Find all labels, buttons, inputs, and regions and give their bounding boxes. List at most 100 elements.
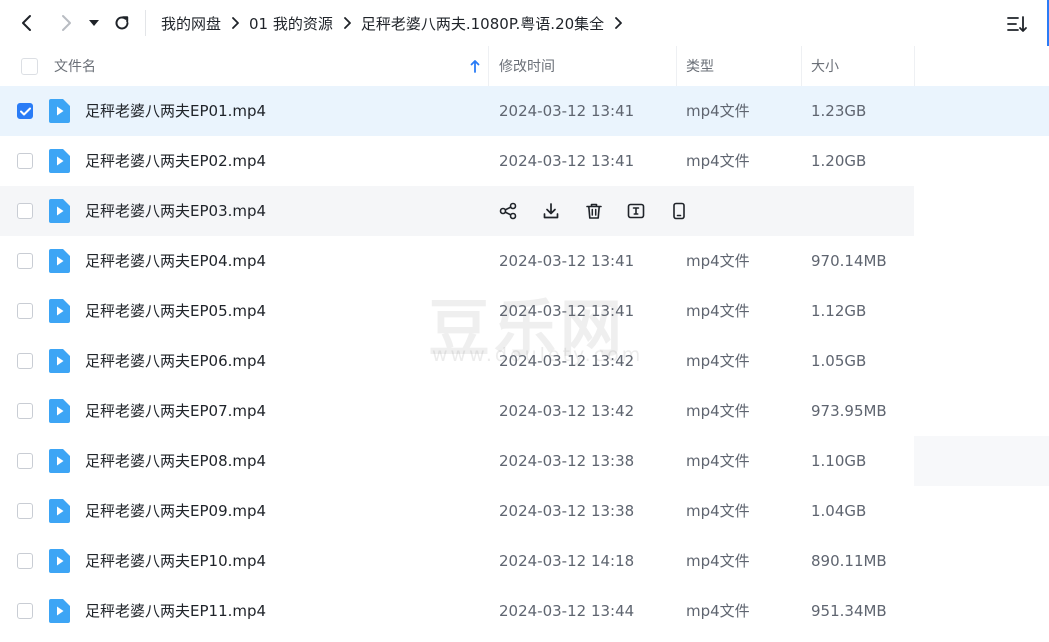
breadcrumb-item-my-resources[interactable]: 01 我的资源 <box>249 13 333 34</box>
header-size-label: 大小 <box>811 59 839 75</box>
video-file-icon <box>49 199 70 223</box>
file-modified-time: 2024-03-12 13:41 <box>499 152 635 170</box>
refresh-button[interactable] <box>110 10 134 36</box>
row-checkbox[interactable] <box>17 553 33 569</box>
file-modified-time: 2024-03-12 13:41 <box>499 102 635 120</box>
chevron-right-icon <box>231 17 239 29</box>
file-size: 1.23GB <box>811 102 867 120</box>
breadcrumb-item-my-drive[interactable]: 我的网盘 <box>161 13 221 34</box>
chevron-right-icon <box>343 17 351 29</box>
rename-button[interactable] <box>625 200 647 222</box>
file-modified-time: 2024-03-12 13:41 <box>499 252 635 270</box>
file-name[interactable]: 足秤老婆八两夫EP08.mp4 <box>85 436 266 486</box>
row-checkbox[interactable] <box>17 503 33 519</box>
header-name-label: 文件名 <box>54 59 96 75</box>
file-modified-time: 2024-03-12 13:41 <box>499 302 635 320</box>
delete-button[interactable] <box>583 200 605 222</box>
header-modified-cell[interactable]: 修改时间 <box>489 46 677 86</box>
file-name[interactable]: 足秤老婆八两夫EP01.mp4 <box>85 86 266 136</box>
file-modified-time: 2024-03-12 13:42 <box>499 402 635 420</box>
video-file-icon <box>49 499 70 523</box>
breadcrumb: 我的网盘 01 我的资源 足秤老婆八两夫.1080P.粤语.20集全 <box>161 0 632 46</box>
file-size: 970.14MB <box>811 252 887 270</box>
send-to-phone-button[interactable] <box>668 200 690 222</box>
file-size: 1.20GB <box>811 152 867 170</box>
file-type: mp4文件 <box>686 152 750 170</box>
row-checkbox[interactable] <box>17 253 33 269</box>
video-file-icon <box>49 599 70 623</box>
row-checkbox[interactable] <box>17 353 33 369</box>
table-row[interactable]: 足秤老婆八两夫EP09.mp4 2024-03-12 13:38 mp4文件 1.04… <box>0 486 1049 536</box>
file-size: 1.10GB <box>811 452 867 470</box>
header-type-label: 类型 <box>686 59 714 75</box>
sort-icon <box>1007 16 1027 32</box>
table-row[interactable]: 足秤老婆八两夫EP01.mp4 2024-03-12 13:41 mp4文件 1.23… <box>0 86 1049 136</box>
header-modified-label: 修改时间 <box>499 59 555 75</box>
file-size: 1.12GB <box>811 302 867 320</box>
file-modified-time: 2024-03-12 13:38 <box>499 452 635 470</box>
file-name[interactable]: 足秤老婆八两夫EP02.mp4 <box>85 136 266 186</box>
download-button[interactable] <box>540 200 562 222</box>
row-checkbox[interactable] <box>17 203 33 219</box>
header-name-cell[interactable]: 文件名 <box>0 46 489 86</box>
header-type-cell[interactable]: 类型 <box>677 46 802 86</box>
row-checkbox[interactable] <box>17 103 33 119</box>
file-type: mp4文件 <box>686 502 750 520</box>
download-icon <box>542 202 560 220</box>
file-modified-time: 2024-03-12 13:38 <box>499 502 635 520</box>
file-type: mp4文件 <box>686 602 750 620</box>
file-type: mp4文件 <box>686 352 750 370</box>
video-file-icon <box>49 549 70 573</box>
file-size: 1.05GB <box>811 352 867 370</box>
table-row[interactable]: 足秤老婆八两夫EP11.mp4 2024-03-12 13:44 mp4文件 951.… <box>0 586 1049 636</box>
table-row[interactable]: 足秤老婆八两夫EP06.mp4 2024-03-12 13:42 mp4文件 1.05… <box>0 336 1049 386</box>
file-modified-time: 2024-03-12 13:42 <box>499 352 635 370</box>
chevron-right-icon[interactable] <box>614 17 623 29</box>
table-row[interactable]: 足秤老婆八两夫EP04.mp4 2024-03-12 13:41 mp4文件 970.… <box>0 236 1049 286</box>
file-name[interactable]: 足秤老婆八两夫EP09.mp4 <box>85 486 266 536</box>
file-modified-time: 2024-03-12 13:44 <box>499 602 635 620</box>
sort-ascending-icon[interactable] <box>470 59 480 73</box>
file-type: mp4文件 <box>686 102 750 120</box>
row-checkbox[interactable] <box>17 303 33 319</box>
file-type: mp4文件 <box>686 452 750 470</box>
mobile-icon <box>670 202 688 220</box>
file-name[interactable]: 足秤老婆八两夫EP06.mp4 <box>85 336 266 386</box>
sort-button[interactable] <box>1005 12 1029 36</box>
share-button[interactable] <box>497 200 519 222</box>
video-file-icon <box>49 349 70 373</box>
file-name[interactable]: 足秤老婆八两夫EP07.mp4 <box>85 386 266 436</box>
rename-icon <box>627 202 645 220</box>
file-name[interactable]: 足秤老婆八两夫EP05.mp4 <box>85 286 266 336</box>
table-row[interactable]: 足秤老婆八两夫EP10.mp4 2024-03-12 14:18 mp4文件 890.… <box>0 536 1049 586</box>
table-row[interactable]: 足秤老婆八两夫EP02.mp4 2024-03-12 13:41 mp4文件 1.20… <box>0 136 1049 186</box>
chevron-left-icon <box>22 15 31 31</box>
forward-button[interactable] <box>54 10 78 36</box>
share-icon <box>499 202 517 220</box>
breadcrumb-item-current-folder[interactable]: 足秤老婆八两夫.1080P.粤语.20集全 <box>361 13 604 34</box>
table-row[interactable]: 足秤老婆八两夫EP03.mp4 <box>0 186 1049 236</box>
file-name[interactable]: 足秤老婆八两夫EP03.mp4 <box>85 186 266 236</box>
row-checkbox[interactable] <box>17 603 33 619</box>
table-row[interactable]: 足秤老婆八两夫EP08.mp4 2024-03-12 13:38 mp4文件 1.10… <box>0 436 1049 486</box>
table-row[interactable]: 足秤老婆八两夫EP07.mp4 2024-03-12 13:42 mp4文件 973.… <box>0 386 1049 436</box>
row-checkbox[interactable] <box>17 153 33 169</box>
row-checkbox[interactable] <box>17 453 33 469</box>
row-checkbox[interactable] <box>17 403 33 419</box>
table-row[interactable]: 足秤老婆八两夫EP05.mp4 2024-03-12 13:41 mp4文件 1.12… <box>0 286 1049 336</box>
history-dropdown-button[interactable] <box>84 10 104 36</box>
video-file-icon <box>49 249 70 273</box>
back-button[interactable] <box>15 10 39 36</box>
video-file-icon <box>49 299 70 323</box>
toolbar: 我的网盘 01 我的资源 足秤老婆八两夫.1080P.粤语.20集全 <box>0 0 1049 46</box>
file-size: 951.34MB <box>811 602 887 620</box>
file-name[interactable]: 足秤老婆八两夫EP10.mp4 <box>85 536 266 586</box>
video-file-icon <box>49 149 70 173</box>
file-name[interactable]: 足秤老婆八两夫EP11.mp4 <box>85 586 266 636</box>
video-file-icon <box>49 99 70 123</box>
delete-icon <box>585 202 603 220</box>
file-size: 890.11MB <box>811 552 887 570</box>
header-size-cell[interactable]: 大小 <box>802 46 915 86</box>
file-name[interactable]: 足秤老婆八两夫EP04.mp4 <box>85 236 266 286</box>
select-all-checkbox[interactable] <box>21 58 38 75</box>
